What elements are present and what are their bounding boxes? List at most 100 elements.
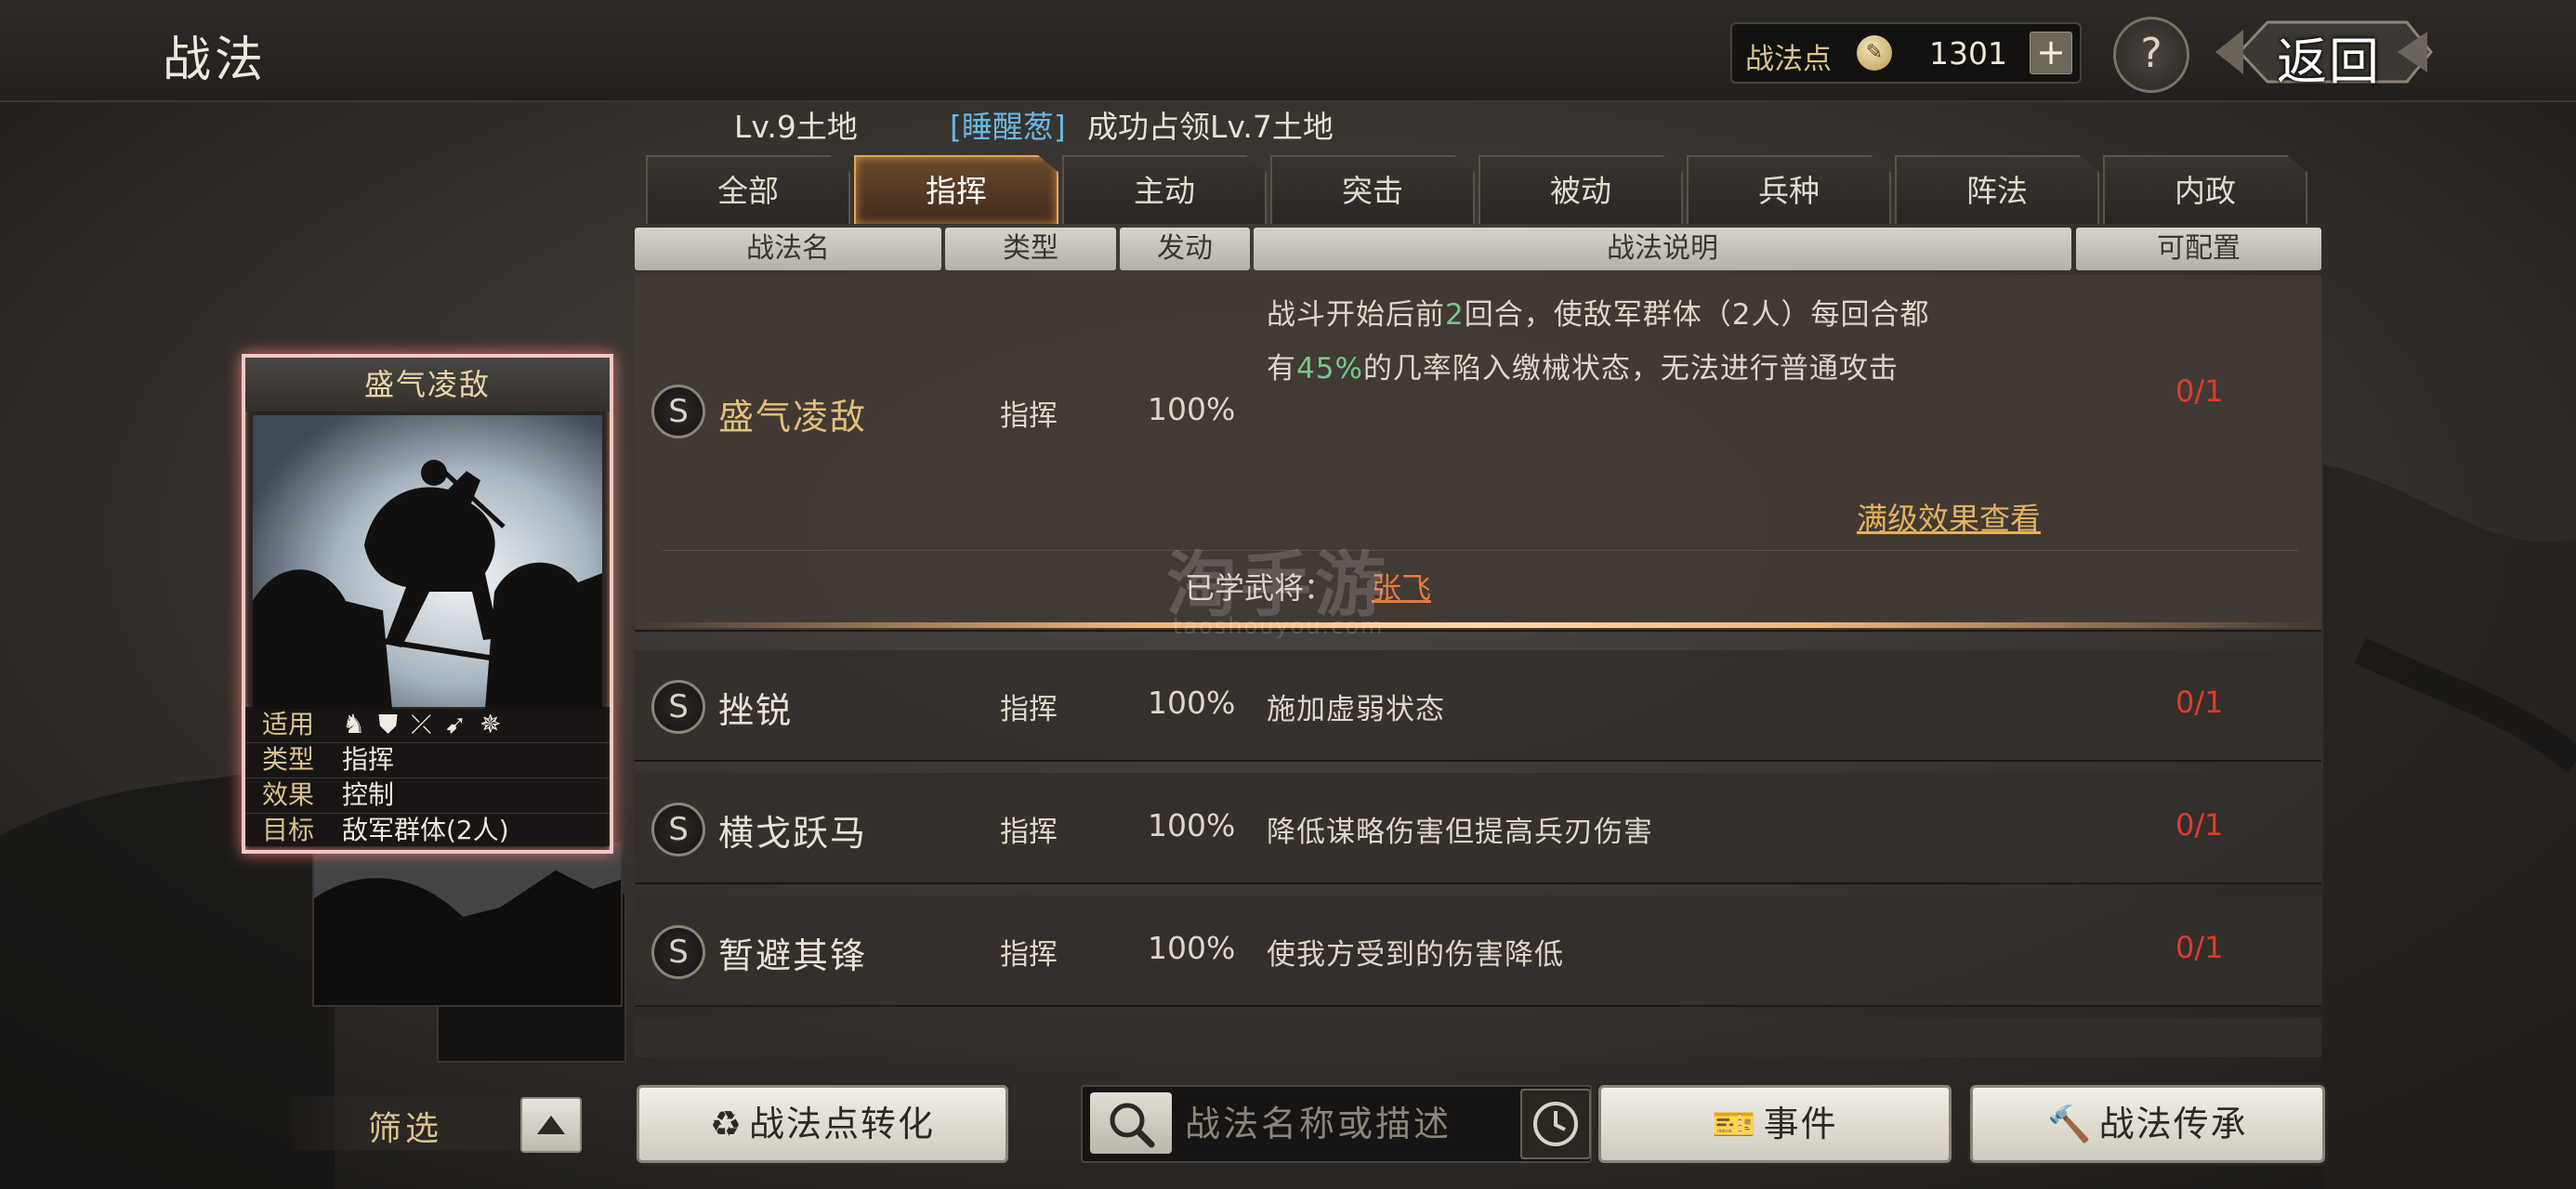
tactic-rate: 100%	[1148, 930, 1236, 966]
broadcast-player-name[interactable]: [睡醒葱]	[950, 102, 1066, 143]
back-button[interactable]: 返回	[2212, 15, 2433, 91]
tactic-row[interactable]: S 暂避其锋 指挥 100% 使我方受到的伤害降低 0/1	[635, 895, 2321, 1007]
convert-points-button[interactable]: ♻ 战法点转化	[637, 1085, 1008, 1163]
config-count: 0/1	[2175, 807, 2224, 843]
attr-key: 类型	[262, 744, 315, 775]
tactic-list[interactable]: S 盛气凌敌 指挥 100% 战斗开始后前2回合，使敌军群体（2人）每回合都 有…	[635, 275, 2321, 1057]
column-header-type[interactable]: 类型	[945, 228, 1116, 270]
tactic-name: 暂避其锋	[718, 935, 868, 976]
column-header-description: 战法说明	[1254, 228, 2071, 270]
tactic-description: 战斗开始后前2回合，使敌军群体（2人）每回合都 有45%的几率陷入缴械状态，无法…	[1267, 288, 2084, 396]
attr-target: 目标 敌军群体(2人)	[245, 813, 610, 848]
desc-text: 战斗开始后前	[1267, 298, 1445, 332]
column-header-config[interactable]: 可配置	[2076, 228, 2321, 270]
back-label: 返回	[2277, 33, 2381, 91]
desc-highlight: 45%	[1296, 352, 1363, 385]
tactic-rate: 100%	[1148, 807, 1236, 843]
broadcast-message: 成功占领Lv.7土地	[1087, 109, 1334, 143]
search-input[interactable]	[1183, 1096, 1577, 1152]
tactic-type: 指挥	[1000, 938, 1058, 972]
event-ticket-icon: 🎫	[1712, 1104, 1758, 1144]
attr-key: 效果	[262, 779, 315, 810]
tactic-type: 指挥	[1000, 816, 1058, 849]
tactic-type: 指挥	[1000, 693, 1058, 726]
feather-coin-icon: ✎	[1857, 35, 1892, 71]
card-attributes: 适用 ♞⛊⤫➹✵ 类型 指挥 效果 控制 目标 敌军群体(2人)	[245, 707, 610, 846]
attr-value: 指挥	[342, 744, 395, 775]
max-level-effect-link[interactable]: 满级效果查看	[1857, 494, 2041, 539]
selected-tactic-card: 盛气凌敌 适用 ♞⛊⤫➹✵ 类型 指挥 效果 控制 目标 敌军群体(2人)	[242, 354, 613, 854]
tab-domestic[interactable]: 内政	[2103, 155, 2307, 224]
chariot-icon: ✵	[480, 709, 515, 739]
tab-passive[interactable]: 被动	[1479, 155, 1683, 224]
tab-troop-type[interactable]: 兵种	[1687, 155, 1891, 224]
filter-expand-button[interactable]	[520, 1097, 582, 1153]
grade-s-badge: S	[651, 925, 705, 979]
tactic-inherit-label: 战法传承	[2098, 1104, 2248, 1144]
tactic-points-value: 1301	[1929, 35, 2007, 72]
category-tabs: 全部 指挥 主动 突击 被动 兵种 阵法 内政	[646, 155, 2309, 224]
desc-highlight: 2	[1445, 298, 1465, 332]
cavalry-icon: ♞	[342, 709, 379, 739]
attr-key: 目标	[262, 815, 315, 845]
add-points-button[interactable]: +	[2030, 32, 2072, 74]
grade-s-badge: S	[651, 803, 705, 856]
tab-command[interactable]: 指挥	[854, 155, 1058, 224]
search-bar	[1081, 1085, 1592, 1163]
desc-text: 的几率陷入缴械状态，无法进行普通攻击	[1362, 352, 1899, 385]
tab-formation[interactable]: 阵法	[1895, 155, 2099, 224]
broadcast-previous: Lv.9土地	[734, 109, 858, 143]
watermark-url: taoshouyou.com	[1173, 613, 1385, 639]
warrior-silhouette-icon	[314, 843, 621, 1005]
search-button[interactable]	[1090, 1092, 1172, 1154]
grade-s-badge: S	[651, 680, 705, 734]
row-divider	[663, 550, 2298, 551]
card-stack-middle	[312, 841, 623, 1007]
card-title: 盛气凌敌	[245, 358, 610, 412]
config-count: 0/1	[2175, 373, 2224, 409]
hammer-icon: 🔨	[2047, 1104, 2094, 1144]
convert-points-label: 战法点转化	[749, 1104, 936, 1144]
cavalry-charge-illustration	[253, 415, 602, 709]
tactic-name: 盛气凌敌	[718, 397, 868, 438]
tab-active[interactable]: 主动	[1062, 155, 1267, 224]
column-header-name[interactable]: 战法名	[635, 228, 941, 270]
attr-type: 类型 指挥	[245, 742, 610, 778]
events-label: 事件	[1763, 1104, 1838, 1144]
selection-glow	[635, 622, 2321, 628]
triangle-up-icon	[537, 1116, 565, 1134]
attr-value: 控制	[342, 779, 395, 810]
filter-label: 筛选	[368, 1110, 443, 1148]
shield-icon: ⛊	[378, 709, 412, 739]
events-button[interactable]: 🎫 事件	[1598, 1085, 1952, 1163]
clock-icon	[1533, 1102, 1578, 1146]
desc-text: 有	[1267, 352, 1296, 385]
tactic-points-label: 战法点	[1745, 43, 1832, 76]
attr-key: 适用	[262, 709, 315, 739]
bow-icon: ⤫	[411, 709, 445, 739]
tab-all[interactable]: 全部	[646, 155, 850, 224]
spear-icon: ➹	[444, 709, 480, 739]
attr-effect: 效果 控制	[245, 777, 610, 814]
tactic-row-partial[interactable]	[635, 1018, 2321, 1057]
tactic-row[interactable]: S 横戈跃马 指挥 100% 降低谋略伤害但提高兵刃伤害 0/1	[635, 773, 2321, 884]
tactic-inherit-button[interactable]: 🔨 战法传承	[1970, 1085, 2325, 1163]
config-count: 0/1	[2175, 930, 2224, 965]
tactic-description: 降低谋略伤害但提高兵刃伤害	[1267, 816, 1653, 849]
tactic-rate: 100%	[1148, 391, 1236, 427]
world-broadcast: Lv.9土地 [睡醒葱] 成功占领Lv.7土地	[734, 102, 2314, 143]
tactic-name: 横戈跃马	[718, 813, 868, 854]
tactic-description: 施加虚弱状态	[1267, 693, 1445, 726]
tactic-description: 使我方受到的伤害降低	[1267, 938, 1564, 972]
grade-s-badge: S	[651, 385, 705, 438]
top-bar: 战法 战法点 ✎ 1301 + ? 返回	[0, 0, 2576, 102]
history-button[interactable]	[1520, 1089, 1591, 1159]
tactic-name: 挫锐	[718, 690, 794, 731]
column-header-rate[interactable]: 发动	[1120, 228, 1250, 270]
help-button[interactable]: ?	[2113, 17, 2189, 93]
tactic-points-panel: 战法点 ✎ 1301 +	[1730, 22, 2082, 84]
tab-assault[interactable]: 突击	[1270, 155, 1475, 224]
tactic-row[interactable]: S 挫锐 指挥 100% 施加虚弱状态 0/1	[635, 650, 2321, 762]
tactic-row-expanded[interactable]: S 盛气凌敌 指挥 100% 战斗开始后前2回合，使敌军群体（2人）每回合都 有…	[635, 275, 2321, 632]
attr-value: 敌军群体(2人)	[342, 815, 509, 845]
